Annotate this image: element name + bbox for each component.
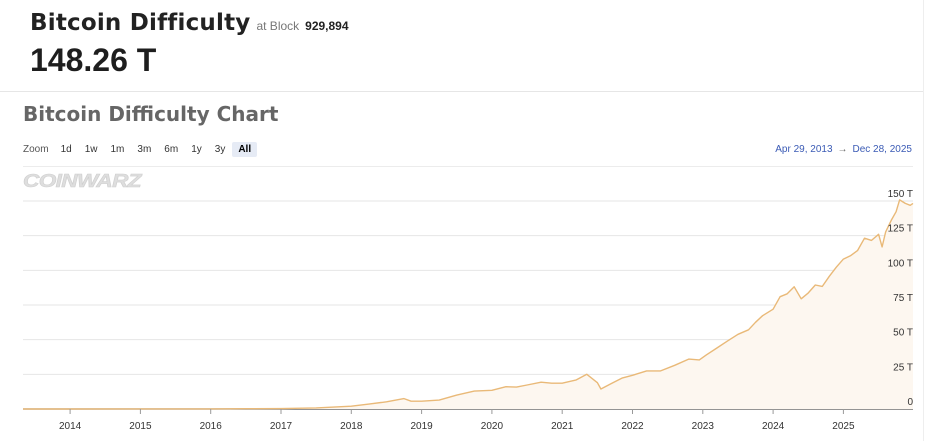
- zoom-button-all[interactable]: All: [232, 142, 258, 157]
- right-border: [923, 0, 924, 441]
- zoom-button-3y[interactable]: 3y: [209, 142, 232, 157]
- header-divider: [0, 91, 924, 92]
- zoom-button-3m[interactable]: 3m: [131, 142, 157, 157]
- x-tick-label: 2024: [762, 421, 785, 432]
- x-tick-label: 2016: [200, 421, 223, 432]
- toolbar-divider: [23, 166, 913, 167]
- range-start-date[interactable]: Apr 29, 2013: [775, 144, 832, 155]
- difficulty-area: [23, 199, 913, 409]
- watermark-text: COINWARZ: [23, 171, 143, 191]
- zoom-button-1d[interactable]: 1d: [55, 142, 78, 157]
- x-tick-label: 2015: [129, 421, 152, 432]
- y-tick-label: 75 T: [893, 293, 913, 304]
- page-title: Bitcoin Difficulty: [30, 10, 251, 36]
- zoom-label: Zoom: [23, 144, 49, 155]
- block-number: 929,894: [305, 19, 349, 33]
- block-prefix-label: at Block: [256, 19, 300, 33]
- zoom-button-6m[interactable]: 6m: [158, 142, 184, 157]
- y-tick-label: 150 T: [888, 189, 913, 200]
- x-tick-label: 2022: [621, 421, 644, 432]
- zoom-button-1m[interactable]: 1m: [104, 142, 130, 157]
- range-arrow-icon: →: [837, 144, 848, 155]
- date-range: Apr 29, 2013 → Dec 28, 2025: [775, 144, 912, 155]
- x-axis-ticks: 2014 2015 2016 2017 2018 2019 2020 2021 2022 2023…: [59, 409, 855, 432]
- x-tick-label: 2019: [410, 421, 433, 432]
- zoom-button-1w[interactable]: 1w: [79, 142, 104, 157]
- chart-title: Bitcoin Difficulty Chart: [23, 102, 279, 126]
- x-tick-label: 2017: [270, 421, 293, 432]
- x-tick-label: 2018: [340, 421, 363, 432]
- y-tick-label: 25 T: [893, 362, 913, 373]
- y-tick-label: 0: [907, 397, 913, 408]
- y-tick-label: 50 T: [893, 328, 913, 339]
- coinwarz-watermark-logo: COINWARZ: [23, 171, 144, 192]
- x-tick-label: 2014: [59, 421, 82, 432]
- x-tick-label: 2023: [692, 421, 715, 432]
- x-tick-label: 2025: [832, 421, 855, 432]
- zoom-button-1y[interactable]: 1y: [185, 142, 208, 157]
- y-tick-label: 125 T: [888, 224, 913, 235]
- difficulty-value: 148.26 T: [30, 42, 157, 78]
- y-tick-label: 100 T: [888, 258, 913, 269]
- title-row: Bitcoin Difficulty at Block 929,894: [30, 10, 349, 36]
- x-tick-label: 2021: [551, 421, 574, 432]
- page-header: Bitcoin Difficulty at Block 929,894 148.…: [30, 10, 349, 79]
- range-end-date[interactable]: Dec 28, 2025: [853, 144, 913, 155]
- zoom-toolbar: Zoom 1d 1w 1m 3m 6m 1y 3y All: [23, 142, 258, 157]
- x-tick-label: 2020: [481, 421, 504, 432]
